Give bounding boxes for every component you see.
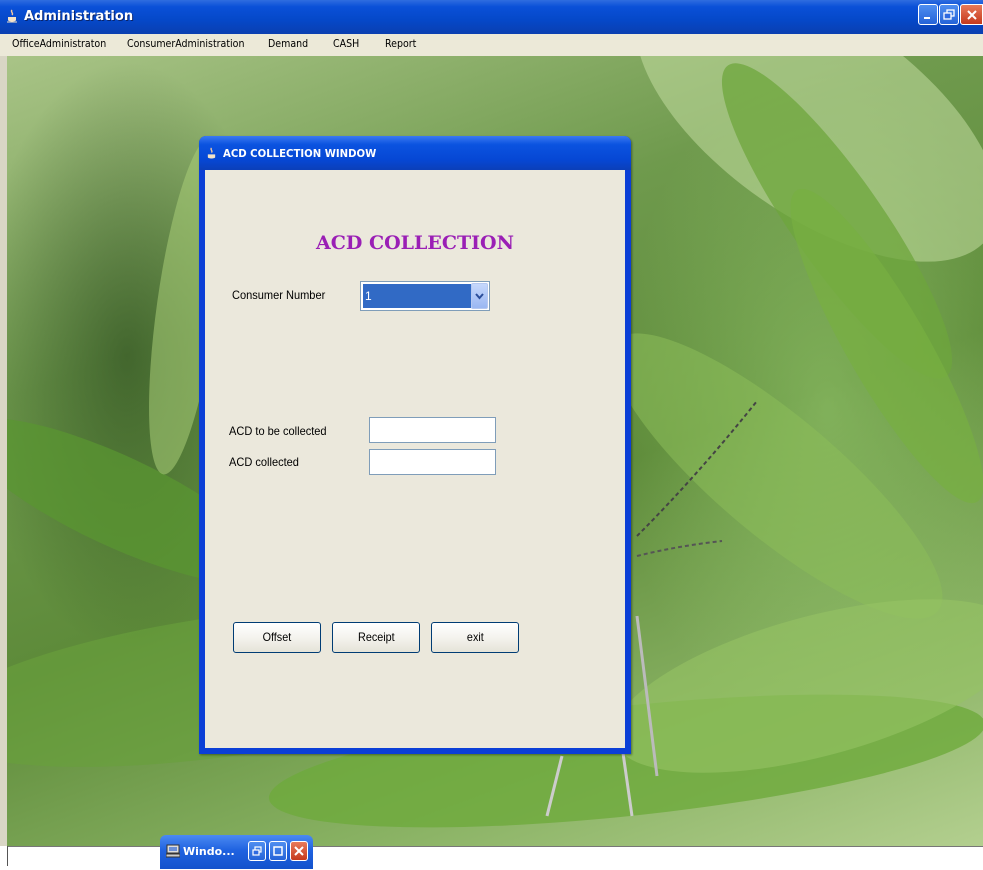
minimize-button[interactable]	[918, 4, 938, 25]
menu-demand[interactable]: Demand	[268, 37, 308, 50]
consumer-number-label: Consumer Number	[232, 288, 326, 302]
divider	[7, 846, 8, 866]
offset-button[interactable]: Offset	[233, 622, 321, 653]
acd-collection-window: ACD COLLECTION WINDOW ACD COLLECTION Con…	[199, 136, 631, 754]
receipt-button[interactable]: Receipt	[332, 622, 420, 653]
window-left-border	[0, 56, 7, 846]
mini-restore-button[interactable]	[248, 841, 266, 861]
status-area	[0, 846, 983, 870]
divider	[7, 846, 983, 847]
exit-button-label: exit	[466, 630, 484, 644]
menu-consumer-administration[interactable]: ConsumerAdministration	[127, 37, 244, 50]
exit-button[interactable]: exit	[431, 622, 519, 653]
dropdown-arrow-button[interactable]	[471, 283, 488, 309]
mini-close-button[interactable]	[290, 841, 308, 861]
minimized-window[interactable]: Windo...	[160, 835, 313, 869]
dialog-content: ACD COLLECTION Consumer Number 1 ACD to …	[205, 170, 625, 748]
restore-icon	[252, 846, 262, 856]
minimize-icon	[924, 16, 930, 19]
close-icon	[966, 9, 977, 20]
menu-office-administration[interactable]: OfficeAdministraton	[12, 37, 106, 50]
java-icon	[207, 147, 216, 159]
restore-button[interactable]	[939, 4, 959, 25]
receipt-button-label: Receipt	[357, 630, 395, 644]
acd-to-be-collected-input[interactable]	[369, 417, 496, 443]
dropdown-arrow-icon	[475, 292, 484, 300]
menu-report[interactable]: Report	[385, 37, 416, 50]
menu-cash[interactable]: CASH	[333, 37, 359, 50]
offset-button-label: Offset	[262, 630, 292, 644]
acd-collected-input[interactable]	[369, 449, 496, 475]
form-heading: ACD COLLECTION	[316, 232, 514, 254]
window-title: Administration	[24, 9, 134, 24]
dialog-title-bar[interactable]: ACD COLLECTION WINDOW	[199, 136, 631, 170]
acd-collected-label: ACD collected	[229, 455, 299, 469]
mini-maximize-button[interactable]	[269, 841, 287, 861]
computer-icon	[166, 844, 180, 858]
main-title-bar[interactable]: Administration	[0, 0, 983, 34]
consumer-number-dropdown[interactable]: 1	[360, 281, 490, 311]
consumer-number-selected: 1	[363, 284, 471, 308]
minimized-window-title: Windo...	[183, 845, 235, 858]
acd-to-be-collected-label: ACD to be collected	[229, 424, 327, 438]
maximize-icon	[273, 846, 283, 856]
dialog-title: ACD COLLECTION WINDOW	[223, 147, 377, 160]
close-icon	[294, 846, 304, 856]
menu-bar: OfficeAdministraton ConsumerAdministrati…	[0, 34, 983, 56]
java-icon	[7, 9, 17, 23]
restore-icon	[943, 8, 955, 20]
close-button[interactable]	[960, 4, 983, 25]
